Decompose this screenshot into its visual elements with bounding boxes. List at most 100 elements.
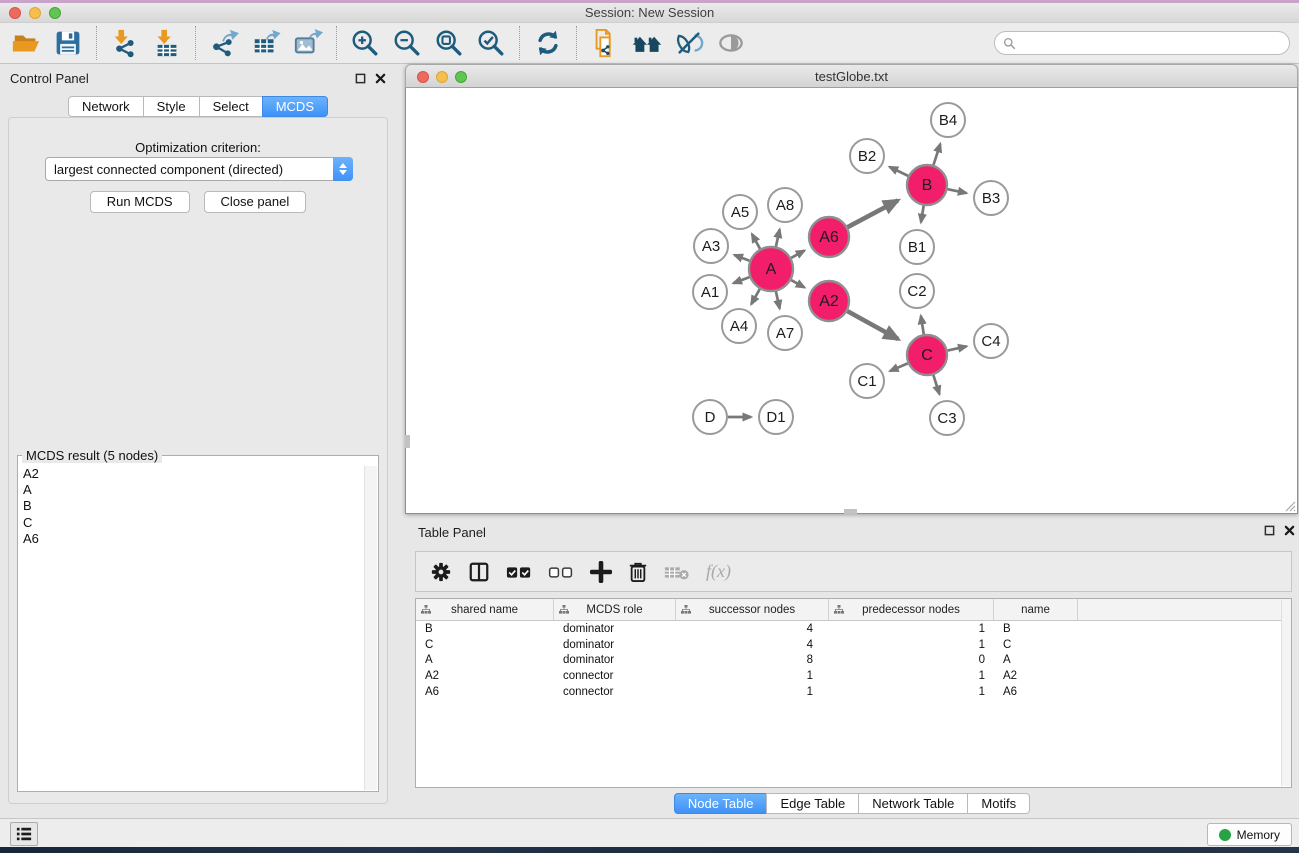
- graph-edge-A-A4[interactable]: [751, 289, 760, 304]
- function-builder-button[interactable]: f(x): [706, 561, 731, 582]
- settings-gear-icon[interactable]: [430, 561, 452, 583]
- graph-edge-C-C1[interactable]: [890, 363, 908, 371]
- mcds-result-item[interactable]: B: [19, 498, 364, 514]
- memory-button[interactable]: Memory: [1207, 823, 1292, 846]
- cell-MCDS-role: dominator: [554, 639, 676, 651]
- optimization-criterion-label: Optimization criterion:: [9, 140, 387, 155]
- tab-select[interactable]: Select: [199, 96, 263, 117]
- vertical-scrollbar-thumb[interactable]: [405, 435, 410, 448]
- tab-network-table[interactable]: Network Table: [858, 793, 968, 814]
- column-header-predecessor-nodes[interactable]: predecessor nodes: [829, 599, 994, 620]
- columns-icon[interactable]: [468, 561, 490, 583]
- table-row[interactable]: Bdominator41B: [416, 621, 1291, 637]
- column-header-successor-nodes[interactable]: successor nodes: [676, 599, 829, 620]
- hide-annotations-button[interactable]: [671, 25, 707, 61]
- mcds-result-item[interactable]: A6: [19, 531, 364, 547]
- cell-predecessor-nodes: 1: [829, 686, 994, 698]
- control-panel: Control Panel Network Style Select MCDS …: [6, 68, 390, 810]
- export-table-button[interactable]: [248, 25, 284, 61]
- zoom-fit-button[interactable]: [431, 25, 467, 61]
- export-image-icon: [293, 28, 323, 58]
- cell-shared-name: C: [416, 639, 554, 651]
- close-panel-button[interactable]: Close panel: [204, 191, 307, 213]
- network-minimize-button[interactable]: [436, 71, 448, 83]
- horizontal-scrollbar-thumb[interactable]: [844, 509, 857, 514]
- mcds-result-item[interactable]: A: [19, 482, 364, 498]
- tab-network[interactable]: Network: [68, 96, 144, 117]
- graph-edge-A-A2[interactable]: [791, 280, 804, 287]
- network-window-titlebar[interactable]: testGlobe.txt: [405, 64, 1298, 88]
- export-image-button[interactable]: [290, 25, 326, 61]
- mcds-result-item[interactable]: A2: [19, 466, 364, 482]
- graph-edge-B-B4[interactable]: [933, 144, 940, 165]
- mcds-result-item[interactable]: C: [19, 515, 364, 531]
- graph-edge-C-C3[interactable]: [933, 375, 939, 394]
- graph-edge-A2-C[interactable]: [847, 311, 898, 339]
- show-graphics-details-button[interactable]: [713, 25, 749, 61]
- tab-mcds[interactable]: MCDS: [262, 96, 328, 117]
- zoom-window-button[interactable]: [49, 7, 61, 19]
- float-panel-icon[interactable]: [355, 73, 366, 84]
- home-button[interactable]: [629, 25, 665, 61]
- search-input[interactable]: [1021, 36, 1289, 50]
- network-close-button[interactable]: [417, 71, 429, 83]
- table-row[interactable]: A2connector11A2: [416, 668, 1291, 684]
- graph-edge-A-A6[interactable]: [791, 251, 804, 258]
- close-panel-icon[interactable]: [1284, 525, 1295, 536]
- export-network-icon: [209, 28, 239, 58]
- minimize-window-button[interactable]: [29, 7, 41, 19]
- delete-table-icon[interactable]: [664, 563, 690, 581]
- column-header-MCDS-role[interactable]: MCDS role: [554, 599, 676, 620]
- resize-grip-icon[interactable]: [1283, 499, 1296, 512]
- export-network-button[interactable]: [206, 25, 242, 61]
- graph-edge-A-A8[interactable]: [776, 229, 780, 246]
- graph-edge-A6-B[interactable]: [848, 200, 898, 227]
- tab-node-table[interactable]: Node Table: [674, 793, 768, 814]
- zoom-selected-icon: [476, 28, 506, 58]
- table-row[interactable]: Cdominator41C: [416, 637, 1291, 653]
- graph-edge-A-A1[interactable]: [733, 277, 749, 283]
- graph-edge-C-C4[interactable]: [948, 346, 967, 350]
- graph-edge-B-B3[interactable]: [948, 189, 967, 193]
- refresh-button[interactable]: [530, 25, 566, 61]
- close-window-button[interactable]: [9, 7, 21, 19]
- task-history-button[interactable]: [10, 822, 38, 846]
- close-panel-icon[interactable]: [375, 73, 386, 84]
- add-column-icon[interactable]: [590, 561, 612, 583]
- save-session-button[interactable]: [50, 25, 86, 61]
- graph-edge-B-B1[interactable]: [921, 206, 924, 223]
- zoom-out-button[interactable]: [389, 25, 425, 61]
- zoom-selected-button[interactable]: [473, 25, 509, 61]
- network-canvas[interactable]: B4B2BB3A8A5A6A3B1AC2A1A2A4A7C4CC1DD1C3: [405, 88, 1298, 514]
- graph-edge-C-C2[interactable]: [921, 316, 924, 335]
- tab-motifs[interactable]: Motifs: [967, 793, 1030, 814]
- column-header-shared-name[interactable]: shared name: [416, 599, 554, 620]
- tab-style[interactable]: Style: [143, 96, 200, 117]
- import-table-button[interactable]: [149, 25, 185, 61]
- float-panel-icon[interactable]: [1264, 525, 1275, 536]
- graph-node-label: B2: [858, 148, 876, 165]
- mcds-result-scrollbar[interactable]: [364, 466, 377, 790]
- graph-edge-B-B2[interactable]: [890, 167, 909, 176]
- table-row[interactable]: Adominator80A: [416, 652, 1291, 668]
- graph-edge-A-A3[interactable]: [734, 255, 749, 261]
- graph-edge-A-A5[interactable]: [752, 234, 760, 249]
- deselect-checkboxes-icon[interactable]: [548, 563, 574, 581]
- graph-node-label: A4: [730, 318, 748, 335]
- select-all-checkboxes-icon[interactable]: [506, 563, 532, 581]
- open-file-button[interactable]: [8, 25, 44, 61]
- optimization-criterion-select[interactable]: largest connected component (directed): [45, 157, 353, 181]
- zoom-in-button[interactable]: [347, 25, 383, 61]
- cell-successor-nodes: 4: [676, 639, 829, 651]
- column-header-name[interactable]: name: [994, 599, 1078, 620]
- delete-column-trash-icon[interactable]: [628, 561, 648, 583]
- new-session-from-network-button[interactable]: [587, 25, 623, 61]
- run-mcds-button[interactable]: Run MCDS: [90, 191, 190, 213]
- graph-edge-A-A7[interactable]: [776, 291, 780, 308]
- import-network-button[interactable]: [107, 25, 143, 61]
- table-header-row: shared nameMCDS rolesuccessor nodesprede…: [416, 599, 1291, 621]
- network-zoom-button[interactable]: [455, 71, 467, 83]
- table-scrollbar[interactable]: [1281, 600, 1291, 786]
- table-row[interactable]: A6connector11A6: [416, 684, 1291, 700]
- tab-edge-table[interactable]: Edge Table: [766, 793, 859, 814]
